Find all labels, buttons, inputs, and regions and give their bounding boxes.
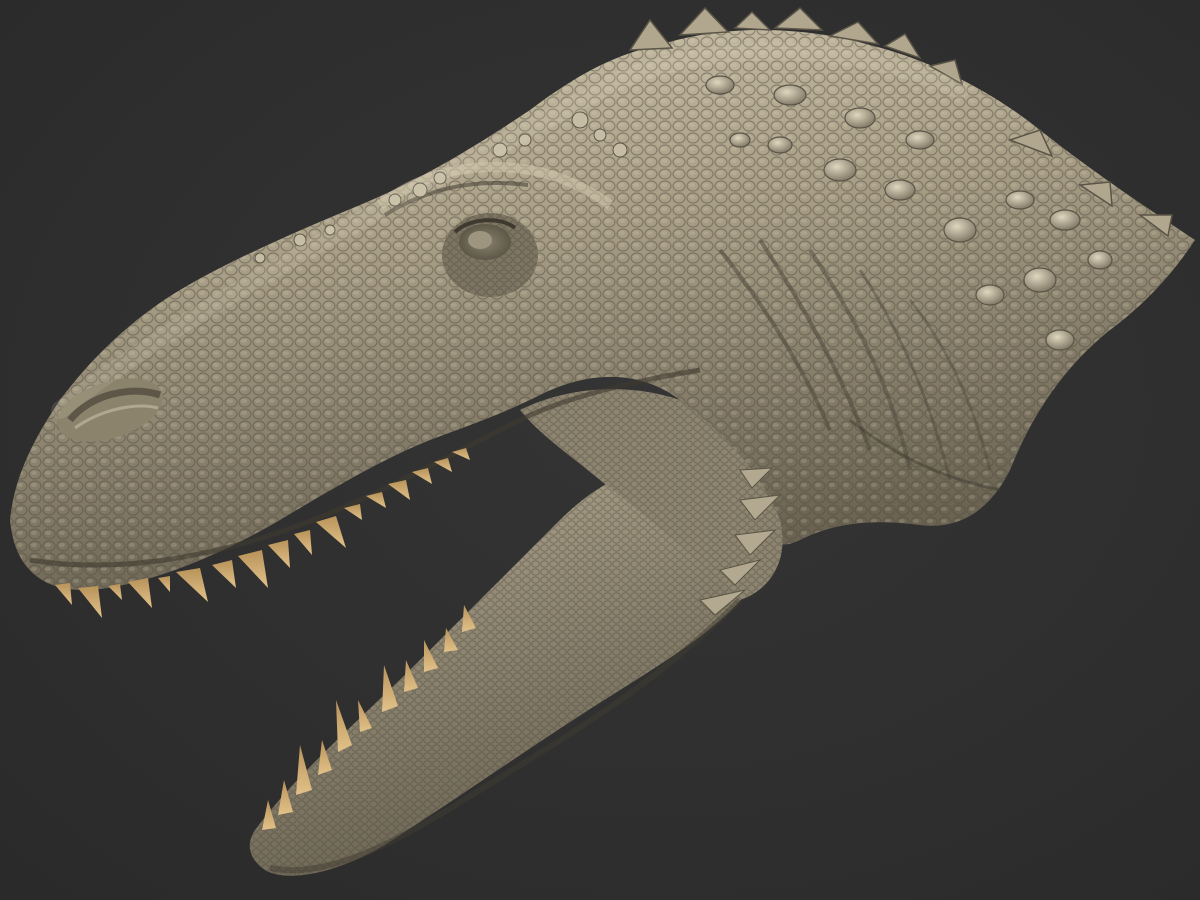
dinosaur-head-render	[10, 6, 1195, 876]
render-viewport	[0, 0, 1200, 900]
